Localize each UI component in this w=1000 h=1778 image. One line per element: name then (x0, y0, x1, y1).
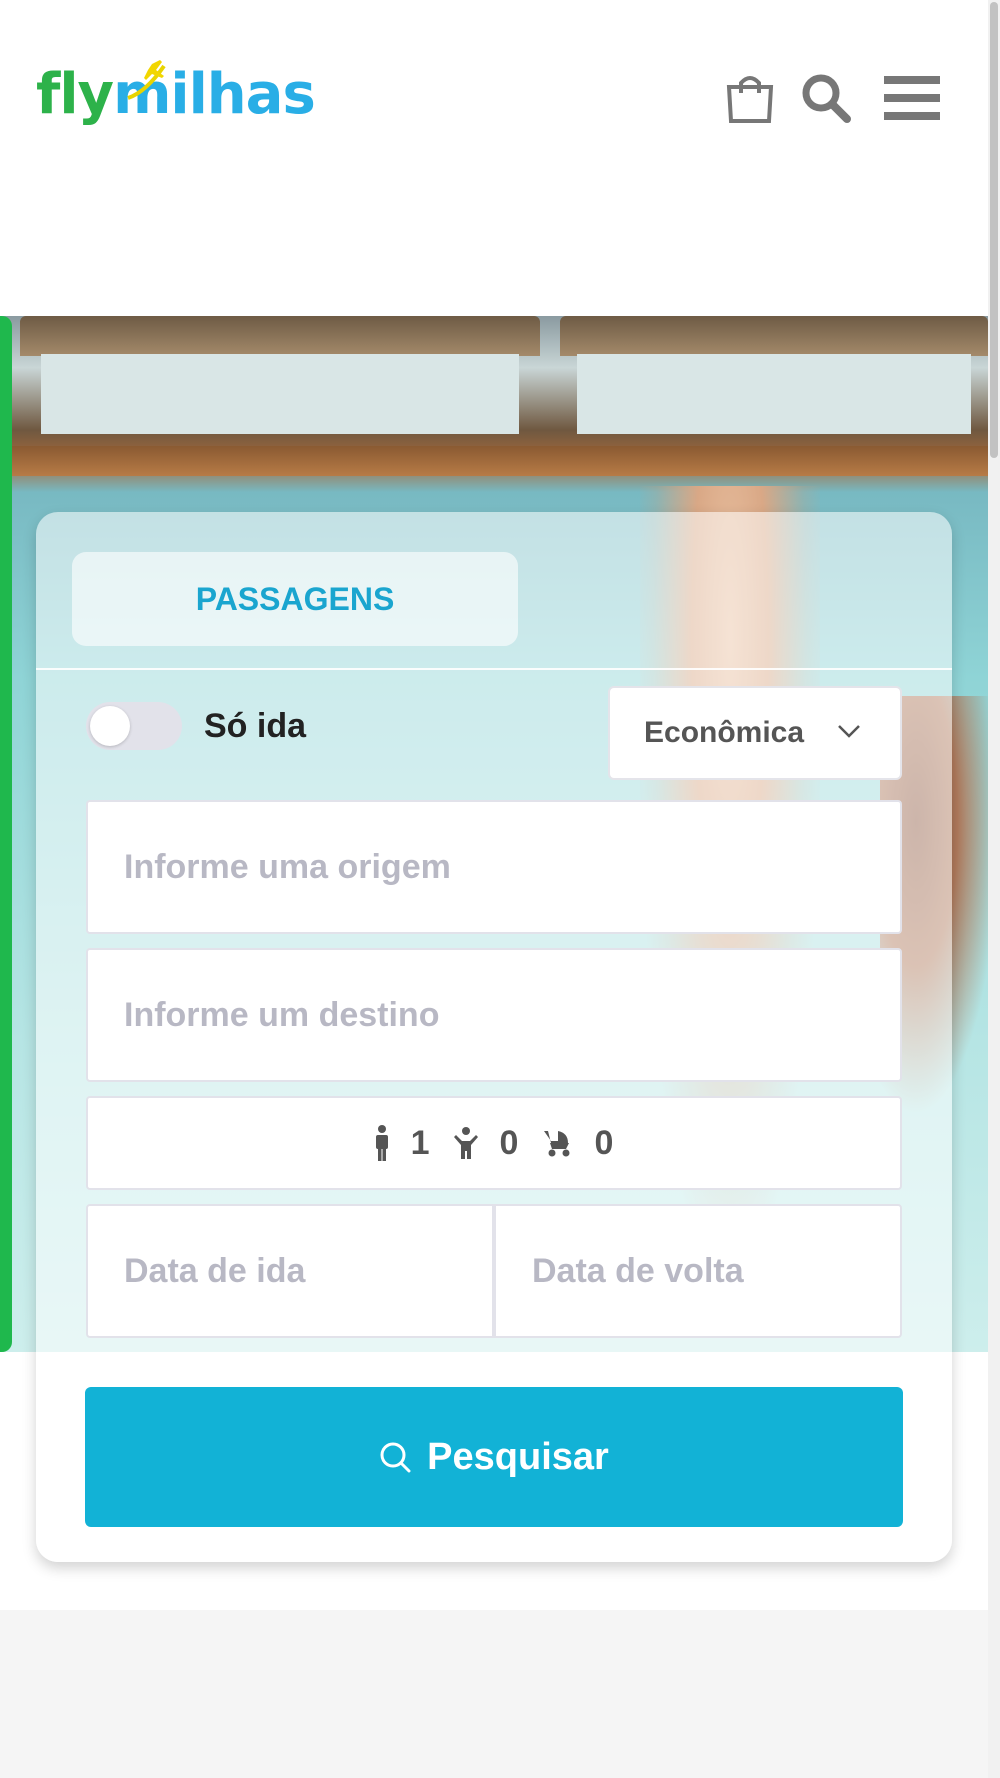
hamburger-menu-icon[interactable] (882, 68, 942, 128)
search-icon[interactable] (796, 68, 856, 128)
page-scrollbar[interactable] (988, 0, 1000, 1778)
return-placeholder: Data de volta (532, 1251, 744, 1290)
origin-input[interactable]: Informe uma origem (86, 800, 902, 934)
destination-placeholder: Informe um destino (124, 995, 440, 1034)
infants-count: 0 (542, 1124, 613, 1163)
shopping-bag-icon[interactable] (720, 68, 780, 128)
scrollbar-thumb[interactable] (990, 2, 998, 458)
site-header: flymilhas (0, 0, 988, 200)
cabin-class-select[interactable]: Econômica (608, 686, 902, 780)
hero-side-accent (0, 316, 12, 1352)
hut-image (560, 316, 988, 466)
pier-image (0, 446, 988, 476)
adult-icon (375, 1125, 388, 1161)
airplane-icon (127, 60, 166, 100)
passenger-selector[interactable]: 1 0 0 (86, 1096, 902, 1190)
one-way-toggle[interactable] (86, 702, 182, 750)
cabin-class-value: Econômica (644, 716, 805, 749)
chevron-down-icon (838, 725, 860, 738)
child-icon (453, 1127, 478, 1159)
destination-input[interactable]: Informe um destino (86, 948, 902, 1082)
flymilhas-logo[interactable]: flymilhas (36, 58, 316, 138)
search-button-label: Pesquisar (427, 1435, 609, 1478)
hut-image (20, 316, 540, 466)
departure-placeholder: Data de ida (124, 1251, 306, 1290)
stroller-icon (544, 1131, 570, 1157)
origin-placeholder: Informe uma origem (124, 847, 451, 886)
tab-passagens[interactable]: PASSAGENS (72, 552, 518, 646)
tab-divider (36, 668, 952, 670)
logo-text: flymilhas (36, 62, 316, 127)
departure-date-input[interactable]: Data de ida (86, 1204, 494, 1338)
toggle-knob (90, 706, 130, 746)
search-button[interactable]: Pesquisar (85, 1387, 903, 1527)
one-way-label: Só ida (204, 707, 307, 745)
adults-count: 1 (375, 1124, 430, 1163)
search-icon (380, 1442, 411, 1473)
return-date-input[interactable]: Data de volta (494, 1204, 902, 1338)
children-count: 0 (453, 1124, 518, 1163)
